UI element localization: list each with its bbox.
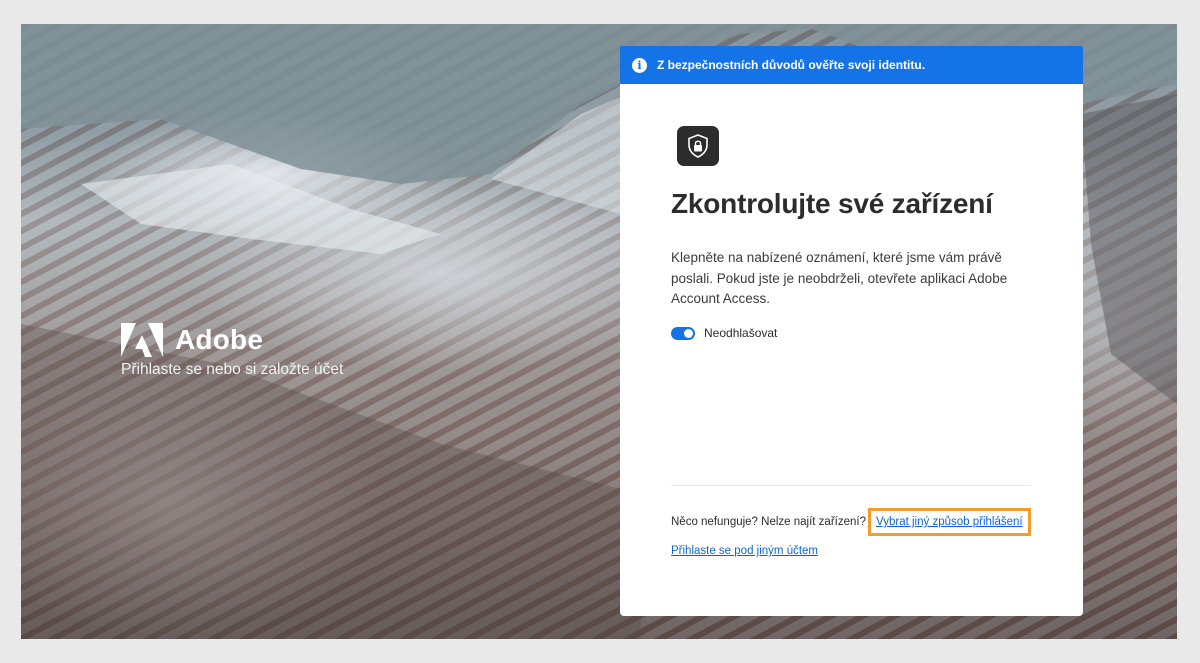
shield-lock-icon [677,126,719,166]
stay-signed-in-toggle-row[interactable]: Neodhlašovat [671,326,777,340]
brand-block: Adobe Přihlaste se nebo si založte účet [121,323,343,379]
adobe-logo-icon [121,323,163,357]
verification-card: Zkontrolujte své zařízení Klepněte na na… [620,84,1083,616]
instruction-text: Klepněte na nabízené oznámení, které jsm… [671,250,1008,306]
help-text: Něco nefunguje? Nelze najít zařízení? [671,516,866,528]
brand-subtitle: Přihlaste se nebo si založte účet [121,361,344,378]
banner-text: Z bezpečnostních důvodů ověřte svoji ide… [657,58,926,72]
security-banner: i Z bezpečnostních důvodů ověřte svoji i… [620,46,1083,84]
highlight-box: Vybrat jiný způsob přihlášení [867,508,1031,536]
switch-account-link[interactable]: Přihlaste se pod jiným účtem [671,545,818,557]
brand-name: Adobe [175,324,264,355]
toggle-label: Neodhlašovat [704,326,778,340]
page-title: Zkontrolujte své zařízení [671,188,993,219]
help-row: Něco nefunguje? Nelze najít zařízení? Vy… [671,508,1031,536]
other-sign-in-method-link[interactable]: Vybrat jiný způsob přihlášení [876,516,1023,528]
stay-signed-in-toggle[interactable] [671,326,695,340]
info-icon: i [632,57,647,73]
divider [671,485,1031,486]
